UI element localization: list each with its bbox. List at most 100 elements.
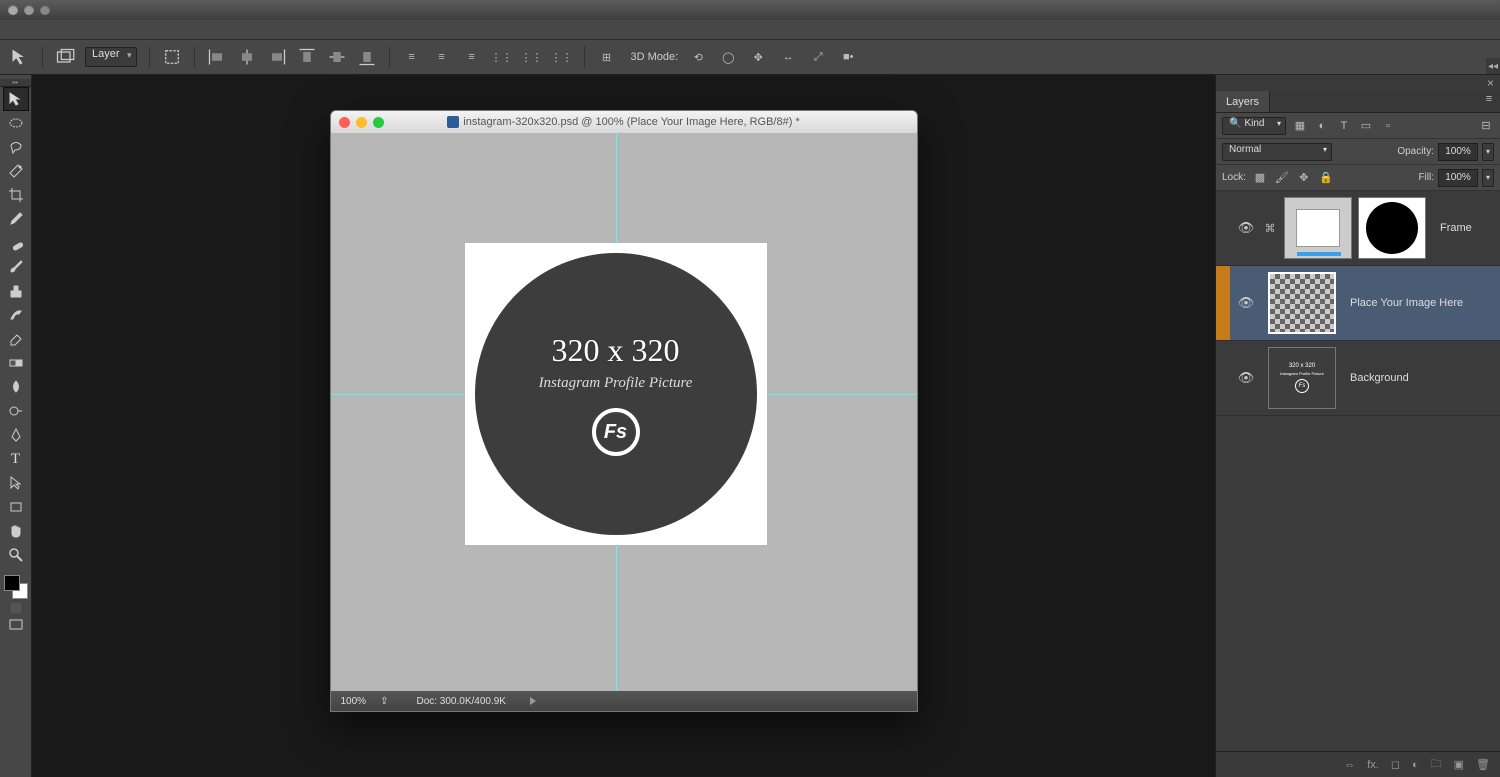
distribute-vcenter-icon[interactable]: ≡ [432,47,452,67]
distribute-bottom-icon[interactable]: ≡ [462,47,482,67]
brush-tool[interactable] [3,255,29,279]
filter-toggle-icon[interactable]: ⊟ [1478,118,1494,134]
layer-row-placeholder[interactable]: 👁 Place Your Image Here [1216,266,1500,341]
align-right-icon[interactable] [267,47,287,67]
filter-pixel-icon[interactable]: ▦ [1292,118,1308,134]
layer-row-frame[interactable]: 👁 ⌘ Frame [1216,191,1500,266]
3d-rotate-icon[interactable]: ⟲ [688,47,708,67]
new-layer-icon[interactable]: ▣ [1454,758,1464,771]
color-swatches[interactable] [4,575,28,599]
distribute-hcenter-icon[interactable]: ⋮⋮ [522,47,542,67]
layer-row-background[interactable]: 👁 320 x 320 Instagram Profile Picture Fs… [1216,341,1500,416]
traffic-light-close[interactable] [8,5,18,15]
align-top-icon[interactable] [297,47,317,67]
share-icon[interactable]: ⇪ [380,696,388,707]
history-brush-tool[interactable] [3,303,29,327]
doc-max-icon[interactable] [373,117,384,128]
align-bottom-icon[interactable] [357,47,377,67]
document-canvas[interactable]: 320 x 320 Instagram Profile Picture Fs [331,133,917,691]
path-select-tool[interactable] [3,471,29,495]
status-more-icon[interactable] [530,697,536,705]
distribute-left-icon[interactable]: ⋮⋮ [492,47,512,67]
3d-slide-icon[interactable]: ↔ [778,47,798,67]
opacity-value[interactable]: 100% [1438,143,1478,161]
align-left-icon[interactable] [207,47,227,67]
visibility-toggle[interactable]: 👁 [1230,295,1262,311]
auto-select-icon[interactable] [55,47,75,67]
visibility-toggle[interactable]: 👁 [1230,370,1262,386]
link-icon[interactable]: ⌘ [1262,220,1278,236]
lasso-tool[interactable] [3,135,29,159]
fill-stepper[interactable]: ▾ [1482,169,1494,187]
layers-tab[interactable]: Layers [1216,91,1270,112]
layers-list: 👁 ⌘ Frame 👁 Place Your Image H [1216,191,1500,751]
align-hcenter-icon[interactable] [237,47,257,67]
gradient-tool[interactable] [3,351,29,375]
adjustment-icon[interactable]: ◐ [1412,759,1419,771]
align-vcenter-icon[interactable] [327,47,347,67]
group-icon[interactable]: 🗀 [1431,755,1442,774]
blend-mode-select[interactable]: Normal [1222,143,1332,161]
panel-close-icon[interactable]: × [1487,76,1494,90]
fx-icon[interactable]: fx. [1367,759,1379,771]
link-layers-icon[interactable]: ⇔ [1344,759,1355,771]
lock-pixels-icon[interactable]: 🖌 [1274,170,1290,186]
lock-position-icon[interactable]: ✥ [1296,170,1312,186]
transform-controls-icon[interactable] [162,47,182,67]
filter-smart-icon[interactable]: ▫ [1380,118,1396,134]
screen-mode-toggle[interactable] [3,613,29,637]
panel-collapse-icon[interactable]: ◂◂ [1486,58,1500,74]
auto-select-target-select[interactable]: Layer [85,47,137,67]
delete-layer-icon[interactable]: 🗑 [1476,758,1490,771]
zoom-level[interactable]: 100% [341,696,367,707]
toolbar-grip[interactable]: ▸▸ [0,79,31,87]
dodge-tool[interactable] [3,399,29,423]
lock-transparency-icon[interactable]: ▩ [1252,170,1268,186]
type-tool[interactable]: T [3,447,29,471]
3d-scale-icon[interactable]: ⤢ [808,47,828,67]
3d-camera-icon[interactable]: ■• [838,47,858,67]
fill-value[interactable]: 100% [1438,169,1478,187]
shape-tool[interactable] [3,495,29,519]
crop-tool[interactable] [3,183,29,207]
pen-tool[interactable] [3,423,29,447]
move-tool[interactable] [3,87,29,111]
magic-wand-tool[interactable] [3,159,29,183]
layer-name[interactable]: Frame [1440,222,1472,234]
traffic-light-max[interactable] [40,5,50,15]
distribute-right-icon[interactable]: ⋮⋮ [552,47,572,67]
lock-all-icon[interactable]: 🔒 [1318,170,1334,186]
layer-name[interactable]: Background [1350,372,1409,384]
distribute-top-icon[interactable]: ≡ [402,47,422,67]
3d-pan-icon[interactable]: ✥ [748,47,768,67]
mask-icon[interactable]: ◻ [1391,758,1400,771]
layer-thumb[interactable] [1284,197,1352,259]
layer-thumb[interactable] [1268,272,1336,334]
doc-min-icon[interactable] [356,117,367,128]
eraser-tool[interactable] [3,327,29,351]
blur-tool[interactable] [3,375,29,399]
stamp-tool[interactable] [3,279,29,303]
opacity-stepper[interactable]: ▾ [1482,143,1494,161]
auto-align-icon[interactable]: ⊞ [597,47,617,67]
layer-mask-thumb[interactable] [1358,197,1426,259]
healing-brush-tool[interactable] [3,231,29,255]
3d-roll-icon[interactable]: ◯ [718,47,738,67]
panel-menu-icon[interactable]: ≡ [1478,91,1500,107]
filter-type-icon[interactable]: T [1336,118,1352,134]
filter-kind-select[interactable]: 🔍Kind [1222,117,1286,135]
traffic-light-min[interactable] [24,5,34,15]
doc-close-icon[interactable] [339,117,350,128]
document-title-bar[interactable]: instagram-320x320.psd @ 100% (Place Your… [331,111,917,133]
marquee-tool[interactable] [3,111,29,135]
visibility-toggle[interactable]: 👁 [1230,220,1262,236]
zoom-tool[interactable] [3,543,29,567]
layer-thumb[interactable]: 320 x 320 Instagram Profile Picture Fs [1268,347,1336,409]
eyedropper-tool[interactable] [3,207,29,231]
move-tool-indicator-icon [10,47,30,67]
filter-adjust-icon[interactable]: ◐ [1314,118,1330,134]
layer-name[interactable]: Place Your Image Here [1350,297,1463,309]
filter-shape-icon[interactable]: ▭ [1358,118,1374,134]
hand-tool[interactable] [3,519,29,543]
quickmask-toggle[interactable] [11,603,21,613]
